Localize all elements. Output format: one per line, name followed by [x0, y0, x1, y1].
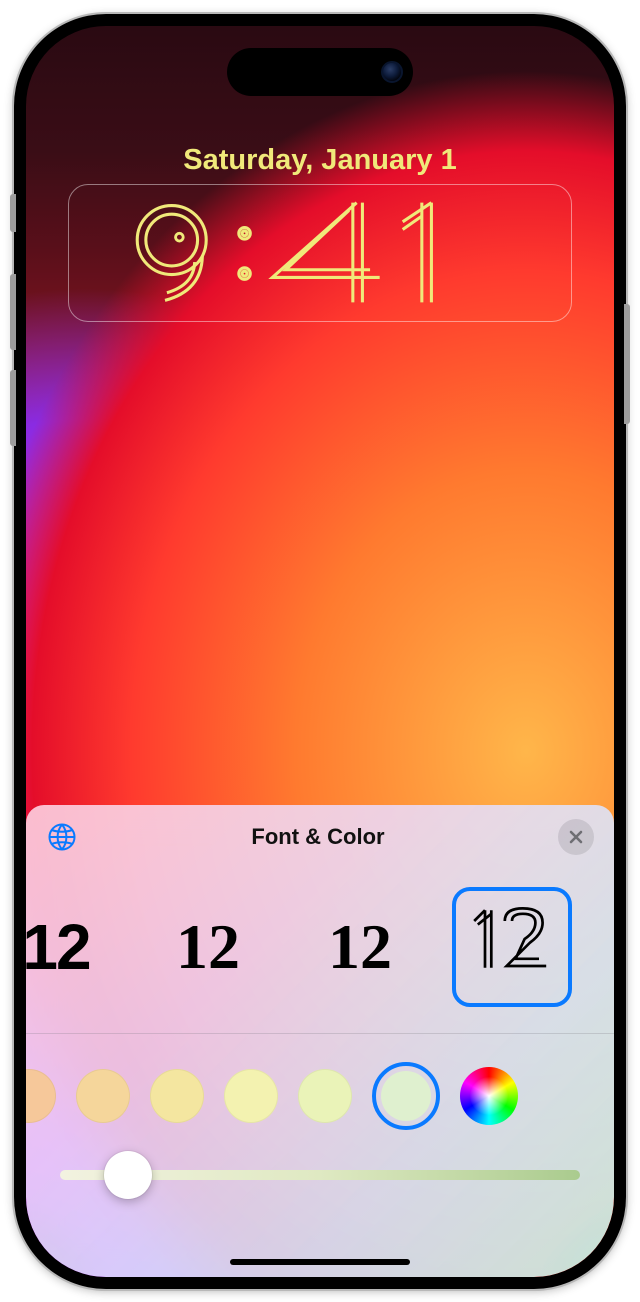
- close-button[interactable]: [558, 819, 594, 855]
- side-button: [624, 304, 630, 424]
- sheet-title: Font & Color: [251, 824, 384, 850]
- clock-edit-box[interactable]: 9:41: [68, 184, 572, 322]
- color-swatch-selected[interactable]: [372, 1062, 440, 1130]
- front-camera-icon: [381, 61, 403, 83]
- font-option-stencil[interactable]: 12: [26, 887, 116, 1007]
- font-option-label: 12: [467, 894, 557, 999]
- iphone-frame: Saturday, January 1: [14, 14, 626, 1289]
- globe-button[interactable]: [46, 821, 78, 853]
- color-swatch[interactable]: [26, 1069, 56, 1123]
- close-icon: [568, 829, 584, 845]
- color-swatch[interactable]: [298, 1069, 352, 1123]
- lockscreen-clock: 9:41: [119, 195, 522, 310]
- volume-up-button: [10, 274, 16, 350]
- volume-down-button: [10, 370, 16, 446]
- font-option-serif[interactable]: 12: [148, 887, 268, 1007]
- color-picker-button[interactable]: [460, 1067, 518, 1125]
- color-swatch[interactable]: [224, 1069, 278, 1123]
- color-swatch-row: [26, 1034, 614, 1140]
- font-option-label: 12: [176, 910, 240, 984]
- slider-thumb[interactable]: [104, 1151, 152, 1199]
- screen: Saturday, January 1: [26, 26, 614, 1277]
- weight-slider-row: [26, 1140, 614, 1180]
- color-swatch: [381, 1071, 431, 1121]
- weight-slider[interactable]: [60, 1170, 580, 1180]
- font-options-row: 12 12 12 12: [26, 869, 614, 1033]
- font-option-outline[interactable]: 12: [452, 887, 572, 1007]
- silent-switch: [10, 194, 16, 232]
- font-option-label: 12: [26, 910, 90, 984]
- color-swatch[interactable]: [150, 1069, 204, 1123]
- dynamic-island: [227, 48, 413, 96]
- font-color-sheet: Font & Color 12 12 12: [26, 805, 614, 1277]
- font-option-label: 12: [328, 910, 392, 984]
- color-swatch[interactable]: [76, 1069, 130, 1123]
- lockscreen-date: Saturday, January 1: [26, 144, 614, 177]
- home-indicator[interactable]: [230, 1259, 410, 1265]
- font-option-slab[interactable]: 12: [300, 887, 420, 1007]
- globe-icon: [47, 822, 77, 852]
